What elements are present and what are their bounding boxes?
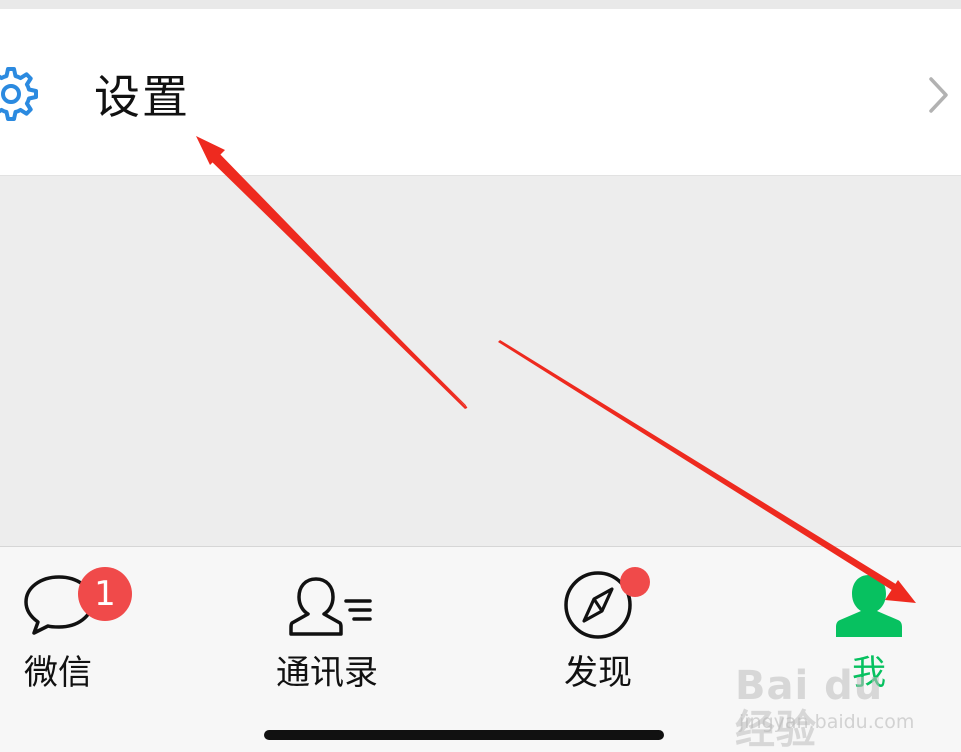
tab-contacts[interactable]: 通讯录	[240, 547, 440, 717]
watermark-brand: Bai du 经验	[735, 663, 884, 752]
settings-row[interactable]: 设置	[0, 9, 961, 176]
settings-label: 设置	[94, 70, 190, 124]
unread-badge: 1	[78, 567, 132, 621]
gear-icon	[0, 67, 38, 121]
contacts-icon	[289, 577, 372, 636]
tab-label-contacts: 通讯录	[276, 653, 378, 693]
tab-discover[interactable]: 发现	[520, 547, 720, 717]
tab-label-chats: 微信	[24, 653, 92, 693]
new-content-dot	[620, 567, 650, 597]
tab-label-discover: 发现	[564, 653, 632, 693]
baidu-jingyan-watermark: Bai du 经验 jingyan.baidu.com	[735, 650, 935, 752]
person-icon	[836, 575, 902, 637]
chevron-right-icon	[929, 77, 948, 113]
home-indicator	[264, 730, 664, 740]
empty-gray-area	[0, 177, 961, 546]
tab-chats[interactable]: 1 微信	[0, 547, 200, 717]
top-strip	[0, 0, 961, 9]
watermark-url: jingyan.baidu.com	[739, 711, 915, 733]
